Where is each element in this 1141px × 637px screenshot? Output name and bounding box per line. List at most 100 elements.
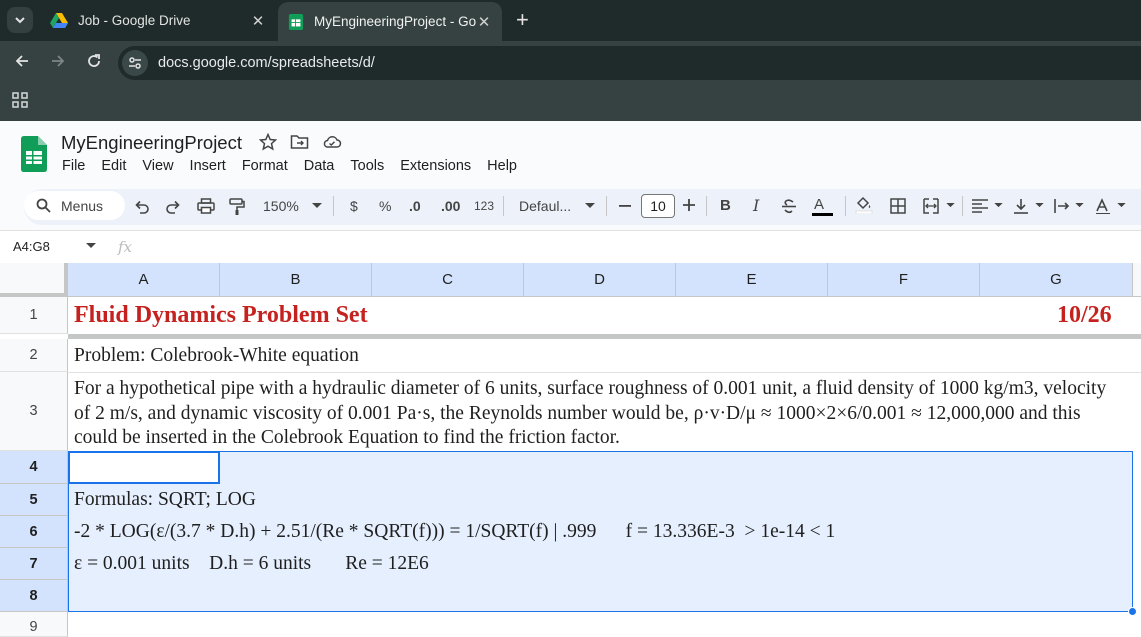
fx-icon: fx	[118, 238, 133, 256]
reload-icon	[88, 54, 100, 67]
cell-a6[interactable]: -2 * LOG(ε/(3.7 * D.h) + 2.51/(Re * SQRT…	[74, 521, 835, 543]
menu-edit[interactable]: Edit	[101, 158, 126, 174]
caret-down-icon[interactable]	[86, 243, 96, 249]
cell-g1[interactable]: 10/26	[1057, 302, 1112, 329]
arrow-left-icon	[15, 55, 28, 67]
text-rotation-icon[interactable]	[1095, 198, 1111, 214]
column-header-f[interactable]: F	[828, 263, 980, 297]
row-header-8[interactable]: 8	[0, 580, 68, 612]
frozen-row-divider[interactable]	[68, 334, 1141, 339]
formula-bar	[0, 230, 1141, 263]
cloud-saved-icon[interactable]	[322, 133, 342, 151]
apps-grid-icon[interactable]	[12, 92, 28, 108]
caret-down-icon[interactable]	[994, 203, 1003, 208]
google-sheets-icon	[288, 13, 304, 30]
row-header-6[interactable]: 6	[0, 516, 68, 548]
percent-format-button[interactable]: %	[379, 198, 391, 214]
url-text[interactable]: docs.google.com/spreadsheets/d/	[158, 55, 375, 71]
back-button[interactable]	[11, 52, 33, 74]
text-color-button[interactable]: A	[814, 197, 824, 213]
menu-format[interactable]: Format	[242, 158, 288, 174]
increase-decimal-button[interactable]: .00	[441, 198, 460, 214]
reload-button[interactable]	[83, 52, 105, 74]
column-header-e[interactable]: E	[676, 263, 828, 297]
select-all-corner[interactable]	[0, 263, 68, 297]
column-header-b[interactable]: B	[220, 263, 372, 297]
undo-icon[interactable]	[134, 198, 150, 214]
arrow-right-icon	[52, 55, 65, 67]
menu-insert[interactable]: Insert	[190, 158, 226, 174]
merge-cells-icon[interactable]	[923, 198, 939, 214]
star-icon[interactable]	[259, 133, 277, 151]
new-tab-button[interactable]: +	[516, 8, 529, 32]
currency-format-button[interactable]: $	[350, 198, 358, 214]
forward-button[interactable]	[47, 52, 69, 74]
fill-color-icon[interactable]	[855, 196, 873, 214]
row-header-3[interactable]: 3	[0, 372, 68, 451]
active-cell[interactable]	[68, 451, 220, 484]
omnibox[interactable]: docs.google.com/spreadsheets/d/	[118, 46, 1141, 80]
menu-extensions[interactable]: Extensions	[400, 158, 471, 174]
site-info-icon[interactable]	[122, 50, 148, 76]
close-icon[interactable]: ✕	[476, 13, 492, 31]
row-header-4[interactable]: 4	[0, 451, 68, 484]
decrease-decimal-button[interactable]: .0	[409, 198, 421, 214]
cell-a5[interactable]: Formulas: SQRT; LOG	[74, 489, 256, 511]
close-icon[interactable]: ✕	[250, 12, 266, 30]
search-menus-button[interactable]: Menus	[24, 191, 125, 220]
vertical-align-icon[interactable]	[1014, 198, 1028, 214]
menu-file[interactable]: File	[62, 158, 85, 174]
menu-data[interactable]: Data	[304, 158, 335, 174]
caret-down-icon[interactable]	[1035, 203, 1044, 208]
column-header-c[interactable]: C	[372, 263, 524, 297]
tab-my-engineering-project[interactable]: MyEngineeringProject - Google Sheets ✕	[278, 2, 502, 41]
row-header-7[interactable]: 7	[0, 548, 68, 580]
horizontal-align-icon[interactable]	[972, 199, 988, 213]
column-header-g[interactable]: G	[980, 263, 1133, 297]
caret-down-icon[interactable]	[312, 203, 322, 209]
paint-format-icon[interactable]	[229, 198, 245, 216]
print-icon[interactable]	[197, 198, 215, 214]
cell-a1[interactable]: Fluid Dynamics Problem Set	[74, 302, 368, 329]
menu-tools[interactable]: Tools	[350, 158, 384, 174]
minus-icon[interactable]	[619, 205, 631, 207]
menu-view[interactable]: View	[142, 158, 173, 174]
borders-icon[interactable]	[890, 198, 906, 214]
document-title[interactable]: MyEngineeringProject	[61, 132, 242, 154]
cell-a7[interactable]: ε = 0.001 units D.h = 6 units Re = 12E6	[74, 553, 429, 575]
strikethrough-icon[interactable]	[781, 199, 797, 214]
font-family-select[interactable]: Defaul...	[519, 198, 571, 214]
row-header-1[interactable]: 1	[0, 297, 68, 334]
bold-button[interactable]: B	[720, 198, 731, 214]
more-formats-button[interactable]: 123	[474, 198, 494, 214]
italic-button[interactable]: I	[753, 198, 759, 214]
zoom-select[interactable]: 150%	[263, 198, 299, 214]
menu-help[interactable]: Help	[487, 158, 517, 174]
name-box[interactable]: A4:G8	[13, 239, 50, 254]
cell-a3[interactable]: For a hypothetical pipe with a hydraulic…	[74, 377, 1124, 451]
caret-down-icon[interactable]	[585, 203, 595, 209]
google-drive-icon	[50, 12, 68, 28]
cell-a2[interactable]: Problem: Colebrook-White equation	[74, 345, 359, 367]
fill-handle[interactable]	[1128, 607, 1137, 616]
tab-google-drive[interactable]: Job - Google Drive ✕	[40, 4, 276, 37]
google-sheets-logo-icon[interactable]	[21, 136, 47, 172]
text-color-swatch	[812, 213, 833, 216]
row-header-9[interactable]: 9	[0, 612, 68, 637]
caret-down-icon[interactable]	[1117, 203, 1126, 208]
caret-down-icon[interactable]	[946, 203, 955, 208]
menu-bar: File Edit View Insert Format Data Tools …	[62, 158, 533, 174]
tab-title: Job - Google Drive	[78, 13, 191, 28]
row-header-2[interactable]: 2	[0, 339, 68, 372]
plus-icon[interactable]	[683, 199, 695, 211]
column-header-d[interactable]: D	[524, 263, 676, 297]
row-header-5[interactable]: 5	[0, 484, 68, 516]
move-to-folder-icon[interactable]	[290, 133, 309, 151]
font-size-input[interactable]: 10	[641, 194, 675, 218]
caret-down-icon[interactable]	[1075, 203, 1084, 208]
text-wrapping-icon[interactable]	[1054, 198, 1070, 214]
column-header-a[interactable]: A	[68, 263, 220, 297]
redo-icon[interactable]	[165, 198, 181, 214]
tab-search-button[interactable]	[7, 7, 33, 33]
zoom-value: 150%	[263, 198, 299, 214]
